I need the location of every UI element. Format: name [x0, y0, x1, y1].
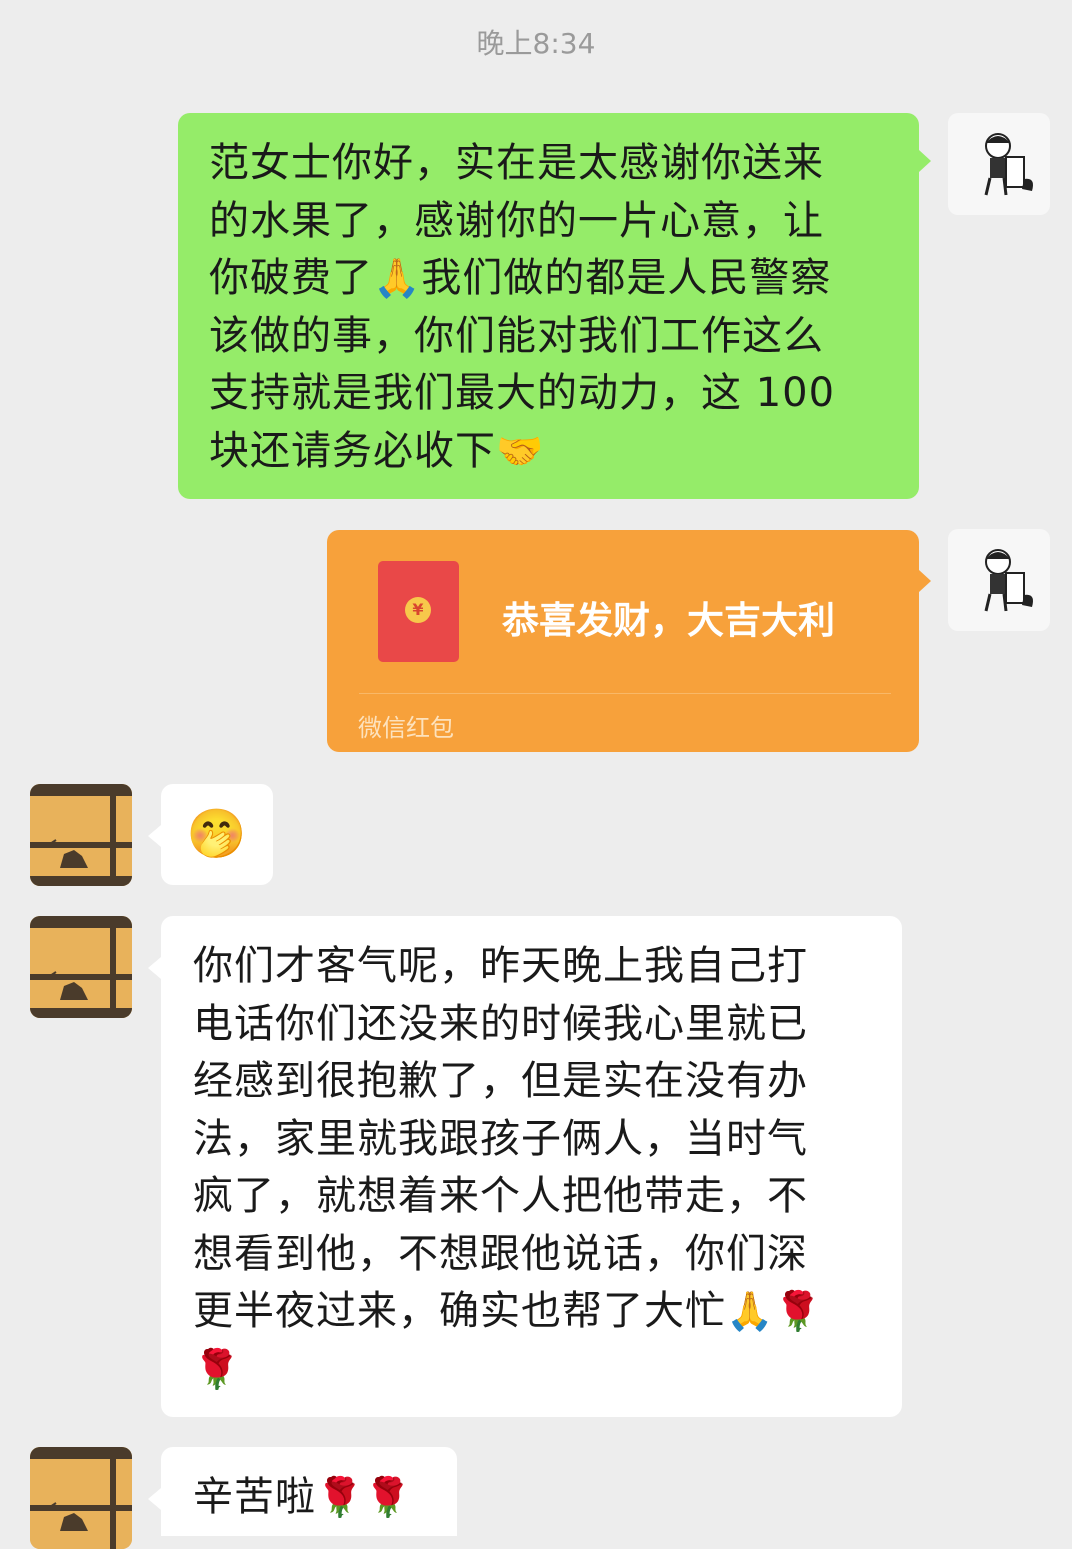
message-line: 法，家里就我跟孩子俩人，当时气	[193, 1115, 808, 1162]
message-line: 🌹	[193, 1341, 874, 1399]
bubble-tail	[148, 1488, 161, 1510]
handshake-icon: 🤝	[496, 428, 545, 473]
bubble-tail	[919, 570, 931, 592]
message-text: 辛苦啦	[193, 1474, 316, 1520]
message-line: 你们才客气呢，昨天晚上我自己打	[193, 943, 808, 989]
message-bubble-received-3[interactable]: 辛苦啦🌹🌹	[161, 1447, 457, 1536]
rose-icon: 🌹	[774, 1289, 823, 1333]
message-line: 想看到他，不想跟他说话，你们深	[193, 1230, 808, 1277]
red-packet-title: 恭喜发财，大吉大利	[502, 599, 835, 642]
pray-icon: 🙏	[373, 256, 422, 300]
message-line: 你破费了🙏我们做的都是人民警察	[209, 255, 832, 301]
my-avatar[interactable]	[948, 113, 1050, 215]
rose-icon: 🌹	[193, 1346, 242, 1391]
cartoon-worker-icon	[984, 133, 1033, 196]
rose-icon: 🌹	[316, 1475, 365, 1519]
message-line: 更半夜过来，确实也帮了大忙🙏🌹	[193, 1288, 823, 1334]
window-shadow-icon	[30, 784, 132, 886]
message-line: 该做的事，你们能对我们工作这么	[209, 312, 824, 359]
message-line: 范女士你好，实在是太感谢你送来	[209, 140, 824, 186]
window-shadow-icon	[30, 916, 132, 1018]
contact-avatar[interactable]	[30, 916, 132, 1018]
message-bubble-sent-1[interactable]: 范女士你好，实在是太感谢你送来 的水果了，感谢你的一片心意，让 你破费了🙏我们做…	[178, 113, 919, 499]
contact-avatar[interactable]	[30, 784, 132, 886]
message-line: 块还请务必收下🤝	[209, 427, 545, 474]
rose-icon: 🌹	[364, 1475, 413, 1519]
bubble-tail	[148, 957, 161, 979]
red-packet-label: 微信红包	[358, 714, 454, 742]
cartoon-worker-icon	[984, 549, 1033, 612]
bubble-tail	[148, 825, 161, 847]
hand-over-mouth-icon: 🤭	[186, 806, 248, 862]
bubble-tail	[919, 150, 931, 172]
window-shadow-icon	[30, 1447, 132, 1549]
message-bubble-received-2[interactable]: 你们才客气呢，昨天晚上我自己打 电话你们还没来的时候我心里就已 经感到很抱歉了，…	[161, 916, 902, 1417]
message-line: 支持就是我们最大的动力，这 100	[209, 370, 836, 416]
message-line: 电话你们还没来的时候我心里就已	[193, 1000, 808, 1047]
coin-icon: ¥	[405, 597, 431, 623]
chat-timestamp: 晚上8:34	[476, 27, 596, 60]
contact-avatar[interactable]	[30, 1447, 132, 1549]
red-envelope-icon: ¥	[378, 561, 459, 662]
pray-icon: 🙏	[726, 1289, 775, 1333]
message-line: 疯了，就想着来个人把他带走，不	[193, 1173, 808, 1219]
divider	[359, 693, 891, 694]
message-bubble-received-1[interactable]: 🤭	[161, 784, 273, 885]
message-line: 经感到很抱歉了，但是实在没有办	[193, 1058, 808, 1104]
my-avatar[interactable]	[948, 529, 1050, 631]
message-line: 的水果了，感谢你的一片心意，让	[209, 197, 824, 244]
red-packet-card[interactable]: ¥ 恭喜发财，大吉大利 微信红包	[327, 530, 919, 752]
